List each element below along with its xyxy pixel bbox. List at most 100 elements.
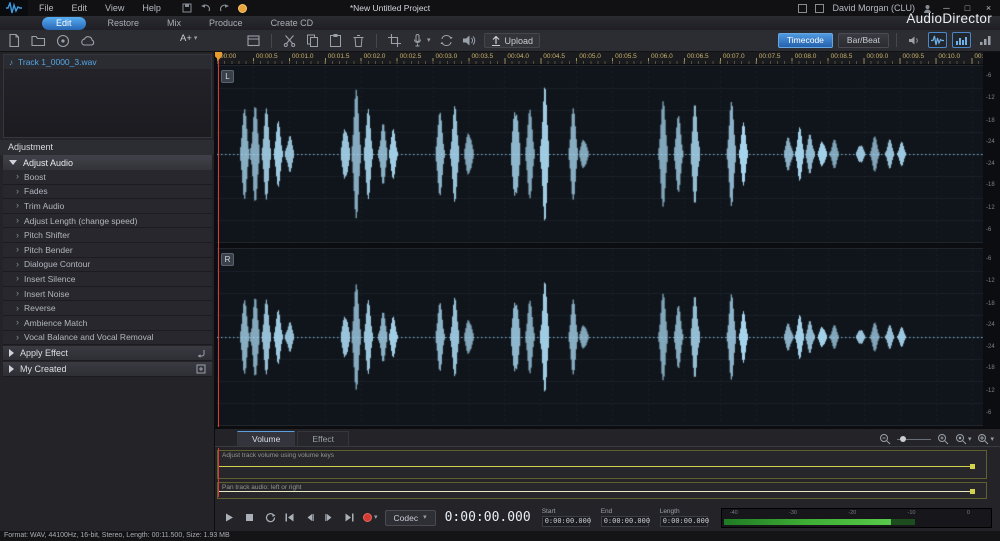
mode-tab-mix[interactable]: Mix: [153, 16, 195, 30]
import-media-icon[interactable]: [7, 33, 21, 48]
mode-tab-produce[interactable]: Produce: [195, 16, 257, 30]
menu-file[interactable]: File: [30, 0, 63, 16]
upgrade-badge-icon[interactable]: [238, 4, 247, 13]
adjust-audio-item[interactable]: ›Trim Audio: [3, 199, 212, 214]
playhead-line[interactable]: [218, 52, 219, 427]
my-created-section[interactable]: My Created: [3, 362, 212, 377]
go-end-button[interactable]: [343, 511, 356, 524]
end-value[interactable]: 0:00:00.000: [601, 516, 649, 527]
pan-keyframe-line[interactable]: [218, 491, 974, 492]
adjust-audio-item[interactable]: ›Adjust Length (change speed): [3, 214, 212, 229]
adjust-audio-item[interactable]: ›Fades: [3, 185, 212, 200]
paste-icon[interactable]: [328, 33, 343, 48]
length-value[interactable]: 0:00:00.000: [660, 516, 708, 527]
db-scale-right: -6-12-18-24-24-18-12-6: [984, 248, 1000, 426]
waveform-channel-left[interactable]: L: [217, 65, 983, 243]
extract-audio-icon[interactable]: [56, 34, 70, 48]
mode-tab-create-cd[interactable]: Create CD: [257, 16, 328, 30]
menu-edit[interactable]: Edit: [63, 0, 97, 16]
media-library: ♪ Track 1_0000_3.wav: [3, 54, 212, 138]
record-button[interactable]: ▾: [363, 513, 378, 522]
step-forward-button[interactable]: [323, 511, 336, 524]
barbeat-button[interactable]: Bar/Beat: [838, 33, 889, 48]
preset-box-icon: [196, 364, 206, 374]
menubar: FileEditViewHelp *New Untitled Project D…: [0, 0, 1000, 16]
adjust-audio-item[interactable]: ›Vocal Balance and Vocal Removal: [3, 331, 212, 346]
save-icon[interactable]: [182, 3, 192, 13]
adjust-audio-section[interactable]: Adjust Audio: [3, 155, 212, 170]
library-item[interactable]: ♪ Track 1_0000_3.wav: [4, 55, 211, 69]
adjust-audio-item[interactable]: ›Insert Noise: [3, 287, 212, 302]
zoom-out-icon[interactable]: [879, 433, 891, 445]
upload-button[interactable]: Upload: [484, 33, 541, 48]
zoom-in-icon[interactable]: [937, 433, 949, 445]
open-icon[interactable]: [246, 33, 261, 48]
apply-effect-label: Apply Effect: [20, 348, 68, 358]
adjust-audio-item[interactable]: ›Pitch Bender: [3, 243, 212, 258]
ruler-tick: 00:05.5: [615, 53, 637, 60]
adjust-audio-item[interactable]: ›Insert Silence: [3, 272, 212, 287]
zoom-slider[interactable]: [897, 439, 931, 440]
cut-icon[interactable]: [282, 33, 297, 48]
redo-icon[interactable]: [219, 3, 230, 13]
screen-icon[interactable]: [798, 4, 807, 13]
loop-button[interactable]: [263, 511, 276, 524]
time-ruler[interactable]: 00:0000:00.500:01.000:01.500:02.000:02.5…: [217, 52, 983, 64]
mode-tab-row: Edit RestoreMixProduceCreate CD: [0, 16, 1000, 30]
mode-tab-restore[interactable]: Restore: [94, 16, 154, 30]
record-mic-button[interactable]: ▾: [410, 33, 431, 48]
level-meter: -40-30-20-100: [721, 508, 992, 528]
copy-icon[interactable]: [305, 33, 320, 48]
waveform-view-button[interactable]: [928, 32, 947, 48]
text-to-speech-button[interactable]: A+ ▾: [180, 33, 197, 44]
zoom-fit-button[interactable]: ▾: [977, 433, 994, 445]
adjust-audio-item[interactable]: ›Pitch Shifter: [3, 228, 212, 243]
pan-keyframe-lane[interactable]: Pan track audio: left or right: [217, 482, 987, 499]
go-start-button[interactable]: [283, 511, 296, 524]
menu-help[interactable]: Help: [133, 0, 170, 16]
zoom-slider-knob[interactable]: [900, 436, 906, 442]
volume-keyframe-lane[interactable]: Adjust track volume using volume keys: [217, 450, 987, 479]
menu-view[interactable]: View: [96, 0, 133, 16]
adjust-audio-item[interactable]: ›Ambience Match: [3, 316, 212, 331]
adjust-audio-item[interactable]: ›Boost: [3, 170, 212, 185]
adjust-audio-item[interactable]: ›Dialogue Contour: [3, 258, 212, 273]
adjust-audio-item-label: Pitch Bender: [24, 245, 73, 255]
adjust-audio-item-label: Reverse: [24, 303, 56, 313]
start-label: Start: [542, 508, 556, 515]
timecode-button[interactable]: Timecode: [778, 33, 833, 48]
ruler-tick: 00:03.0: [436, 53, 458, 60]
channel-icon[interactable]: [904, 32, 923, 48]
user-name[interactable]: David Morgan (CLU): [832, 3, 915, 13]
meter-bar-dim: [891, 519, 915, 525]
zoom-selection-button[interactable]: ▾: [955, 433, 972, 445]
volume-keyframe-line[interactable]: [218, 466, 974, 467]
cloud-download-icon[interactable]: [80, 35, 96, 47]
spectral-view-button[interactable]: [952, 32, 971, 48]
start-value[interactable]: 0:00:00.000: [542, 516, 590, 527]
crop-icon[interactable]: [387, 33, 402, 48]
tab-effect[interactable]: Effect: [297, 431, 349, 446]
step-back-button[interactable]: [303, 511, 316, 524]
pan-keyframe-handle[interactable]: [970, 489, 975, 494]
mode-tab-edit[interactable]: Edit: [42, 17, 86, 30]
convert-icon[interactable]: [439, 34, 454, 47]
undo-icon[interactable]: [200, 3, 211, 13]
waveform-canvas-left[interactable]: [217, 66, 983, 242]
speaker-icon[interactable]: [462, 34, 476, 47]
layout-icon[interactable]: [815, 4, 824, 13]
adjust-audio-item[interactable]: ›Reverse: [3, 301, 212, 316]
codec-dropdown[interactable]: Codec ▾: [385, 510, 436, 526]
volume-keyframe-handle[interactable]: [970, 464, 975, 469]
meter-view-button[interactable]: [976, 32, 995, 48]
waveform-canvas-right[interactable]: [217, 249, 983, 425]
waveform-workspace[interactable]: 00:0000:00.500:01.000:01.500:02.000:02.5…: [215, 52, 1000, 428]
apply-effect-section[interactable]: Apply Effect: [3, 346, 212, 361]
tab-volume[interactable]: Volume: [237, 431, 295, 446]
import-folder-icon[interactable]: [31, 34, 46, 47]
play-button[interactable]: [223, 511, 236, 524]
stop-button[interactable]: [243, 511, 256, 524]
waveform-channel-right[interactable]: R: [217, 248, 983, 426]
delete-icon[interactable]: [351, 33, 366, 48]
adjust-audio-item-label: Vocal Balance and Vocal Removal: [24, 332, 153, 342]
